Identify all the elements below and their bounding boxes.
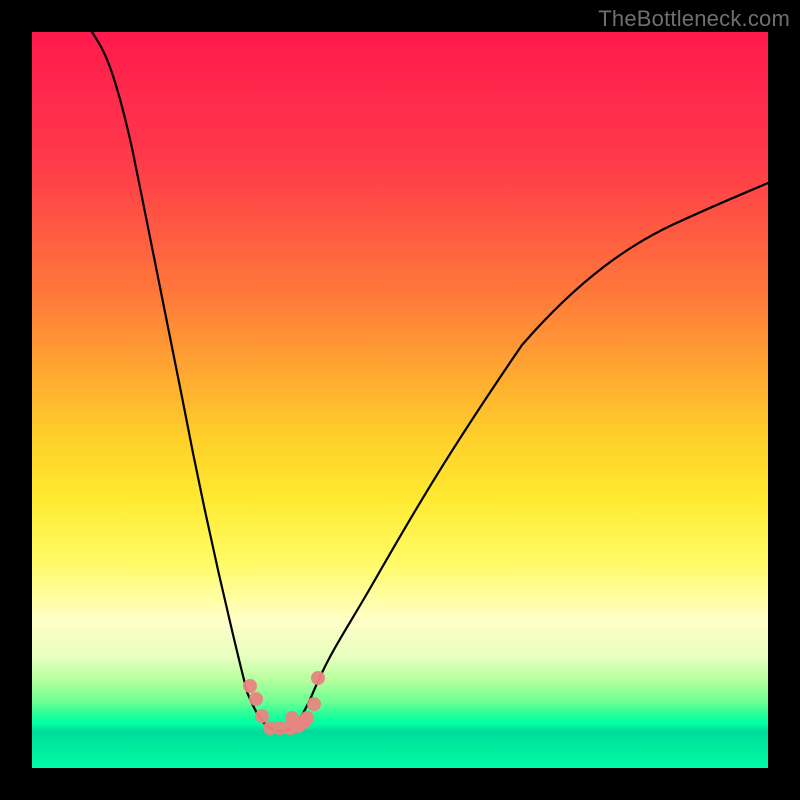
left-curve-path: [92, 32, 282, 731]
dot: [249, 692, 263, 706]
dot: [307, 697, 321, 711]
curve-svg: [32, 32, 768, 768]
outer-frame: TheBottleneck.com: [0, 0, 800, 800]
dot: [311, 671, 325, 685]
dot: [300, 711, 314, 725]
dot: [255, 709, 269, 723]
plot-area: [32, 32, 768, 768]
dot: [243, 679, 257, 693]
right-curve-path: [282, 183, 768, 731]
trough-dots-group: [243, 671, 325, 735]
watermark-text: TheBottleneck.com: [598, 6, 790, 32]
